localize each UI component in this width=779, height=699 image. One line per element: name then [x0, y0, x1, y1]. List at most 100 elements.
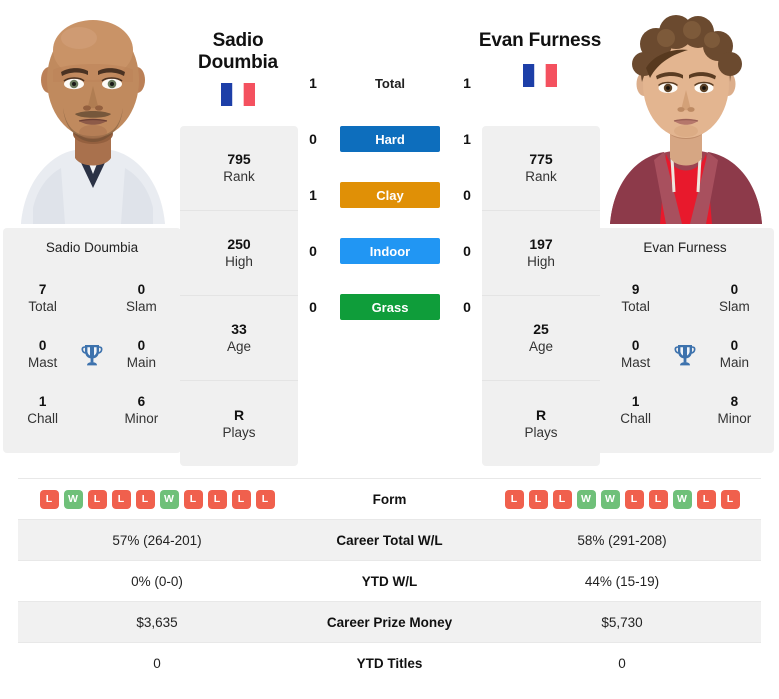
right-player-header[interactable]: Evan Furness [460, 30, 620, 88]
form-badge-loss[interactable]: L [39, 489, 59, 509]
left-career-total-wl: 57% (264-201) [112, 532, 202, 548]
player-photo-sadio-doumbia [3, 8, 183, 224]
right-career-prize-money: $5,730 [601, 614, 643, 630]
h2h-left-value: 1 [309, 187, 317, 203]
h2h-surface-badge-indoor[interactable]: Indoor [340, 238, 440, 264]
stat-cell-rank: 795 Rank [180, 126, 298, 211]
titles-row: 7 Total 0 Slam [3, 271, 181, 327]
form-badge-loss[interactable]: L [720, 489, 740, 509]
titles-row: 1 Chall 8 Minor [596, 383, 774, 439]
table-row-ytd-wl: 0% (0-0) YTD W/L 44% (15-19) [18, 560, 761, 601]
h2h-surface-badge-grass[interactable]: Grass [340, 294, 440, 320]
stat-label: High [527, 254, 555, 270]
h2h-row-grass: 0 Grass 0 [300, 279, 480, 335]
title-label: Mast [621, 355, 651, 370]
title-label: Chall [27, 411, 59, 426]
left-career-prize-money: $3,635 [136, 614, 178, 630]
form-badge-loss[interactable]: L [87, 489, 107, 509]
stat-cell-rank: 775 Rank [482, 126, 600, 211]
stat-label: Plays [524, 424, 558, 440]
stat-value: 250 [227, 236, 251, 253]
h2h-surface-badge-hard[interactable]: Hard [340, 126, 440, 152]
h2h-surface-badge-clay[interactable]: Clay [340, 182, 440, 208]
stat-label: Plays [222, 424, 256, 440]
h2h-right-value: 1 [463, 75, 471, 91]
left-titles-grid: 7 Total 0 Slam 0 Mast 0 Main 1 Chall 6 M… [3, 271, 181, 439]
form-badge-loss[interactable]: L [696, 489, 716, 509]
stat-value: 33 [231, 321, 247, 338]
form-badge-loss[interactable]: L [135, 489, 155, 509]
left-ytd-titles: 0 [153, 655, 161, 671]
stat-label: Age [226, 339, 252, 355]
stat-value: 775 [529, 151, 553, 168]
form-badge-win[interactable]: W [672, 489, 692, 509]
title-value: 1 [38, 394, 47, 410]
left-player-name-label: Sadio Doumbia [45, 240, 139, 255]
stat-cell-high: 250 High [180, 211, 298, 296]
form-badge-loss[interactable]: L [255, 489, 275, 509]
right-form-strip: LLLWWLLWLL [504, 489, 740, 509]
table-row-career-prize-money: $3,635 Career Prize Money $5,730 [18, 601, 761, 642]
stat-value: R [233, 406, 245, 423]
form-badge-loss[interactable]: L [528, 489, 548, 509]
h2h-row-hard: 0 Hard 1 [300, 111, 480, 167]
form-badge-loss[interactable]: L [648, 489, 668, 509]
stat-value: R [535, 406, 547, 423]
left-player-header[interactable]: Sadio Doumbia [158, 30, 318, 106]
titles-row: 0 Mast 0 Main [3, 327, 181, 383]
title-stat-total: 9 Total [608, 282, 663, 316]
title-stat-main: 0 Main [707, 338, 762, 372]
right-player-column: Evan Furness 9 Total 0 Slam 0 Mast 0 Mai… [596, 8, 776, 453]
titles-row: 1 Chall 6 Minor [3, 383, 181, 439]
row-label-form: Form [372, 491, 407, 507]
h2h-left-value: 0 [309, 243, 317, 259]
titles-row: 9 Total 0 Slam [596, 271, 774, 327]
form-badge-loss[interactable]: L [624, 489, 644, 509]
h2h-left-value: 0 [309, 131, 317, 147]
left-player-name-line2: Doumbia [198, 52, 278, 74]
h2h-right-value: 0 [463, 187, 471, 203]
title-value: 0 [730, 338, 739, 354]
left-stat-card: 795 Rank 250 High 33 Age R Plays [180, 126, 298, 466]
table-row-ytd-titles: 0 YTD Titles 0 [18, 642, 761, 683]
form-badge-win[interactable]: W [600, 489, 620, 509]
left-form-cell: LWLLLWLLLL [18, 489, 296, 509]
table-row-form: LWLLLWLLLL Form LLLWWLLWLL [18, 478, 761, 519]
title-value: 0 [730, 282, 739, 298]
form-badge-win[interactable]: W [63, 489, 83, 509]
title-label: Total [621, 299, 650, 314]
form-badge-win[interactable]: W [576, 489, 596, 509]
title-label: Minor [717, 411, 752, 426]
left-player-column: Sadio Doumbia 7 Total 0 Slam 0 Mast 0 Ma… [3, 8, 183, 453]
form-badge-loss[interactable]: L [111, 489, 131, 509]
comparison-table: LWLLLWLLLL Form LLLWWLLWLL 57% (264-201)… [18, 478, 761, 683]
title-stat-mast: 0 Mast [15, 338, 70, 372]
stat-value: 25 [533, 321, 549, 338]
form-badge-loss[interactable]: L [504, 489, 524, 509]
stat-value: 795 [227, 151, 251, 168]
title-label: Mast [28, 355, 58, 370]
player-comparison-page: Sadio Doumbia 7 Total 0 Slam 0 Mast 0 Ma… [0, 0, 779, 699]
title-stat-mast: 0 Mast [608, 338, 663, 372]
title-value: 0 [137, 338, 146, 354]
form-badge-loss[interactable]: L [183, 489, 203, 509]
table-row-career-total-wl: 57% (264-201) Career Total W/L 58% (291-… [18, 519, 761, 560]
form-badge-loss[interactable]: L [231, 489, 251, 509]
title-value: 7 [38, 282, 47, 298]
title-label: Chall [620, 411, 652, 426]
title-value: 0 [38, 338, 47, 354]
h2h-row-clay: 1 Clay 0 [300, 167, 480, 223]
left-player-flag [158, 82, 318, 106]
title-label: Minor [124, 411, 159, 426]
right-stat-card: 775 Rank 197 High 25 Age R Plays [482, 126, 600, 466]
stat-label: High [225, 254, 253, 270]
form-badge-loss[interactable]: L [207, 489, 227, 509]
row-label-ytd-wl: YTD W/L [361, 573, 418, 589]
title-value: 8 [730, 394, 739, 410]
right-player-flag [460, 64, 620, 88]
comparison-header-area: Sadio Doumbia 7 Total 0 Slam 0 Mast 0 Ma… [0, 0, 779, 472]
form-badge-win[interactable]: W [159, 489, 179, 509]
title-stat-chall: 1 Chall [608, 394, 663, 428]
form-badge-loss[interactable]: L [552, 489, 572, 509]
right-titles-grid: 9 Total 0 Slam 0 Mast 0 Main 1 Chall 8 M… [596, 271, 774, 439]
